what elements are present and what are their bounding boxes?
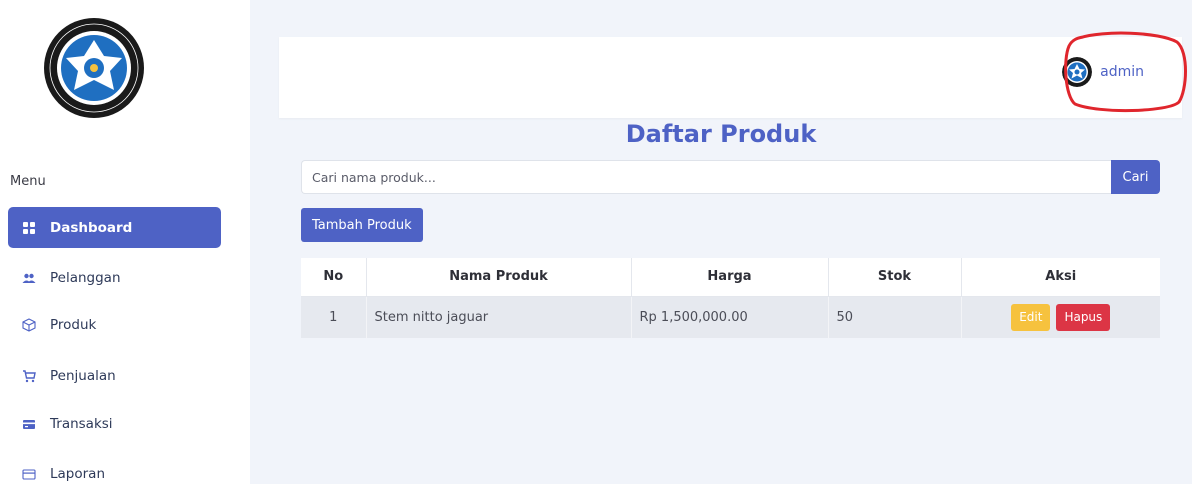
cell-price: Rp 1,500,000.00 xyxy=(631,296,829,338)
delete-button[interactable]: Hapus xyxy=(1056,303,1111,331)
sidebar-item-dashboard[interactable]: Dashboard xyxy=(8,207,221,248)
sidebar-item-label: Laporan xyxy=(50,465,106,482)
search-input[interactable] xyxy=(301,160,1111,194)
box-icon xyxy=(22,317,36,332)
column-header-actions: Aksi xyxy=(961,258,1160,297)
grid-icon xyxy=(22,221,36,235)
cell-no: 1 xyxy=(301,296,367,338)
card-icon xyxy=(22,467,36,481)
sidebar: Menu Dashboard Pelanggan Produk Penjuala… xyxy=(0,0,250,484)
search-button[interactable]: Cari xyxy=(1111,160,1160,194)
avatar xyxy=(1062,57,1093,87)
product-table: No Nama Produk Harga Stok Aksi 1 Stem ni… xyxy=(301,258,1160,338)
sidebar-item-label: Penjualan xyxy=(50,367,116,384)
table-row: 1 Stem nitto jaguar Rp 1,500,000.00 50 E… xyxy=(301,296,1160,338)
sidebar-item-penjualan[interactable]: Penjualan xyxy=(8,355,221,396)
sidebar-item-label: Pelanggan xyxy=(50,269,121,286)
column-header-name: Nama Produk xyxy=(366,258,632,297)
cell-stock: 50 xyxy=(828,296,962,338)
page-title: Daftar Produk xyxy=(625,120,817,148)
user-menu[interactable]: admin xyxy=(1062,57,1144,87)
sidebar-item-label: Dashboard xyxy=(50,219,133,236)
main-content: admin Daftar Produk Cari Tambah Produk N… xyxy=(250,0,1192,484)
sidebar-item-produk[interactable]: Produk xyxy=(8,304,221,345)
column-header-stock: Stok xyxy=(828,258,962,297)
wallet-icon xyxy=(22,417,36,431)
username: admin xyxy=(1100,64,1144,80)
users-icon xyxy=(22,271,36,285)
sidebar-item-pelanggan[interactable]: Pelanggan xyxy=(8,257,221,298)
add-product-button[interactable]: Tambah Produk xyxy=(301,208,423,242)
column-header-price: Harga xyxy=(631,258,829,297)
cell-actions: Edit Hapus xyxy=(961,296,1160,338)
sidebar-item-transaksi[interactable]: Transaksi xyxy=(8,403,221,444)
cell-product-name: Stem nitto jaguar xyxy=(366,296,632,338)
column-header-no: No xyxy=(301,258,367,297)
sidebar-item-label: Transaksi xyxy=(50,415,113,432)
table-header-row: No Nama Produk Harga Stok Aksi xyxy=(301,258,1160,297)
search-bar: Cari xyxy=(301,160,1160,194)
sidebar-item-laporan[interactable]: Laporan xyxy=(8,453,221,484)
sidebar-item-label: Produk xyxy=(50,316,97,333)
edit-button[interactable]: Edit xyxy=(1011,303,1051,331)
school-logo xyxy=(32,16,156,120)
cart-icon xyxy=(22,369,36,383)
menu-heading: Menu xyxy=(10,174,46,189)
topbar: admin xyxy=(279,31,1187,118)
